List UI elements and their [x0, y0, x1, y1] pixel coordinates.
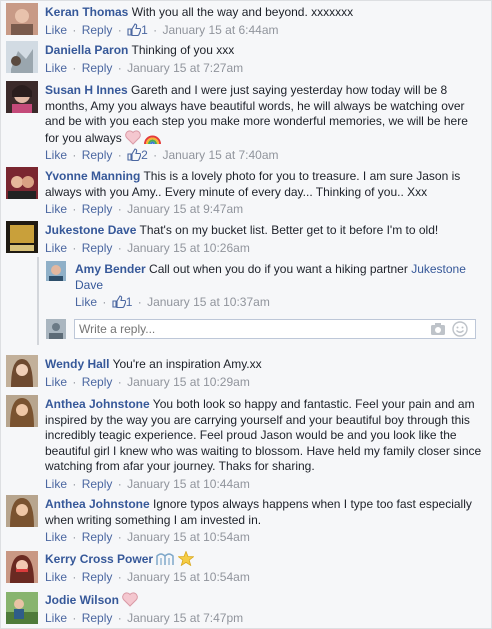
heart-icon	[125, 129, 141, 145]
like-button[interactable]: Like	[45, 570, 67, 584]
comment-timestamp[interactable]: January 15 at 7:27am	[127, 61, 243, 75]
avatar[interactable]	[6, 495, 38, 527]
star-icon	[177, 551, 194, 566]
reply-button[interactable]: Reply	[82, 611, 113, 625]
commenter-name[interactable]: Anthea Johnstone	[45, 397, 150, 411]
comment-timestamp[interactable]: January 15 at 9:47am	[127, 202, 243, 216]
like-count[interactable]: 1	[127, 23, 148, 37]
avatar[interactable]	[6, 395, 38, 427]
comment-timestamp[interactable]: January 15 at 7:40am	[162, 148, 278, 162]
commenter-name[interactable]: Susan H Innes	[45, 83, 128, 97]
commenter-name[interactable]: Kerry Cross Power	[45, 552, 153, 566]
reply-thread: Amy Bender Call out when you do if you w…	[37, 257, 491, 345]
like-button[interactable]: Like	[45, 23, 67, 37]
rainbow-icon	[144, 135, 162, 144]
avatar[interactable]	[6, 3, 38, 35]
comment-timestamp[interactable]: January 15 at 10:44am	[127, 477, 250, 491]
avatar[interactable]	[6, 551, 38, 583]
like-count[interactable]: 2	[127, 148, 148, 162]
tree-icon	[156, 553, 175, 565]
comment-timestamp[interactable]: January 15 at 10:54am	[127, 570, 250, 584]
avatar[interactable]	[6, 81, 38, 113]
reply-composer	[46, 319, 484, 341]
commenter-name[interactable]: Amy Bender	[75, 262, 146, 276]
avatar[interactable]	[46, 261, 66, 281]
reply-input[interactable]	[74, 319, 476, 339]
like-button[interactable]: Like	[45, 202, 67, 216]
camera-icon[interactable]	[430, 322, 446, 336]
reply-button[interactable]: Reply	[82, 23, 113, 37]
thumbs-up-icon	[112, 295, 126, 308]
reply-button[interactable]: Reply	[82, 570, 113, 584]
comment-timestamp[interactable]: January 15 at 10:26am	[127, 241, 250, 255]
commenter-name[interactable]: Anthea Johnstone	[45, 497, 150, 511]
comment-text: You're an inspiration Amy.xx	[112, 357, 262, 371]
thumbs-up-icon	[127, 22, 142, 36]
avatar	[46, 319, 66, 339]
reply-button[interactable]: Reply	[82, 375, 113, 389]
like-button[interactable]: Like	[45, 375, 67, 389]
avatar[interactable]	[6, 355, 38, 387]
heart-icon	[122, 592, 139, 607]
comment-timestamp[interactable]: January 15 at 10:29am	[127, 375, 250, 389]
emoji-icon[interactable]	[452, 321, 468, 337]
comment-text: With you all the way and beyond. xxxxxxx	[131, 5, 354, 19]
commenter-name[interactable]: Yvonne Manning	[45, 169, 140, 183]
avatar[interactable]	[6, 41, 38, 73]
reply-button[interactable]: Reply	[82, 61, 113, 75]
reply-button[interactable]: Reply	[82, 530, 113, 544]
like-button[interactable]: Like	[45, 611, 67, 625]
comment-timestamp[interactable]: January 15 at 10:37am	[147, 295, 270, 309]
like-button[interactable]: Like	[45, 477, 67, 491]
commenter-name[interactable]: Wendy Hall	[45, 357, 109, 371]
comment-timestamp[interactable]: January 15 at 7:47pm	[127, 611, 243, 625]
comment-text: Thinking of you xxx	[131, 43, 235, 57]
comment-text: That's on my bucket list. Better get to …	[139, 223, 439, 237]
thumbs-up-icon	[127, 148, 142, 161]
like-button[interactable]: Like	[45, 148, 67, 162]
comment-timestamp[interactable]: January 15 at 6:44am	[162, 23, 278, 37]
comments-panel: Keran Thomas With you all the way and be…	[0, 0, 492, 629]
avatar[interactable]	[6, 592, 38, 624]
reply-button[interactable]: Reply	[82, 148, 113, 162]
commenter-name[interactable]: Daniella Paron	[45, 43, 128, 57]
like-count[interactable]: 1	[112, 295, 132, 309]
like-button[interactable]: Like	[45, 61, 67, 75]
reply-button[interactable]: Reply	[82, 241, 113, 255]
commenter-name[interactable]: Jodie Wilson	[45, 593, 119, 607]
commenter-name[interactable]: Jukestone Dave	[45, 223, 136, 237]
reply-button[interactable]: Reply	[82, 477, 113, 491]
like-button[interactable]: Like	[45, 530, 67, 544]
like-button[interactable]: Like	[75, 295, 97, 309]
avatar[interactable]	[6, 221, 38, 253]
avatar[interactable]	[6, 167, 38, 199]
comment-timestamp[interactable]: January 15 at 10:54am	[127, 530, 250, 544]
reply-button[interactable]: Reply	[82, 202, 113, 216]
comment-text: Call out when you do if you want a hikin…	[149, 262, 408, 276]
like-button[interactable]: Like	[45, 241, 67, 255]
commenter-name[interactable]: Keran Thomas	[45, 5, 128, 19]
